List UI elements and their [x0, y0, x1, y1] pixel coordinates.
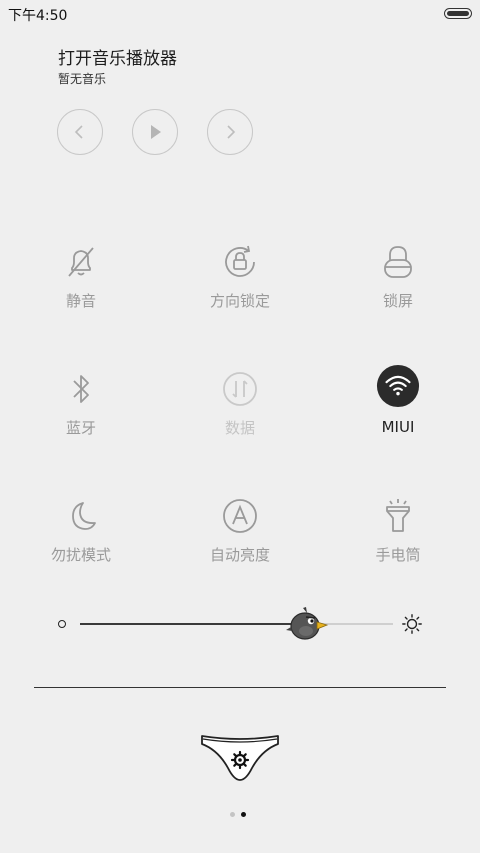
next-track-button[interactable] — [207, 109, 253, 155]
brightness-slider[interactable] — [80, 623, 393, 625]
play-icon — [151, 125, 161, 139]
brightness-slider-thumb[interactable] — [284, 604, 330, 644]
rotation-lock-icon — [218, 240, 262, 284]
auto-a-icon — [218, 494, 262, 538]
bird-thumb-icon — [286, 607, 329, 640]
wifi-icon — [376, 364, 420, 408]
settings-button[interactable] — [200, 730, 280, 786]
bluetooth-icon — [59, 367, 103, 411]
toggle-auto-brightness-label: 自动亮度 — [209, 546, 270, 564]
brightness-min-icon — [58, 620, 66, 628]
toggle-bluetooth-label: 蓝牙 — [65, 419, 96, 437]
status-time: 下午4:50 — [8, 8, 68, 24]
data-arrows-icon — [218, 367, 262, 411]
toggle-screen-lock-label: 锁屏 — [382, 292, 413, 310]
page-indicator — [230, 812, 250, 820]
chevron-left-icon — [74, 125, 83, 139]
toggle-dnd[interactable]: 勿扰模式 — [21, 494, 141, 574]
battery-icon — [444, 8, 472, 19]
toggle-screen-lock[interactable]: 锁屏 — [338, 240, 458, 320]
moon-icon — [59, 494, 103, 538]
brightness-max-icon — [402, 614, 422, 634]
page-dot — [230, 812, 235, 817]
toggle-mute[interactable]: 静音 — [21, 240, 141, 320]
chevron-right-icon — [227, 125, 236, 139]
music-player-subtitle: 暂无音乐 — [58, 72, 107, 86]
gear-icon — [201, 735, 279, 781]
toggle-bluetooth[interactable]: 蓝牙 — [21, 367, 141, 447]
play-button[interactable] — [132, 109, 178, 155]
flashlight-icon — [376, 494, 420, 538]
brightness-slider-fill — [80, 623, 315, 625]
toggle-mute-label: 静音 — [65, 292, 96, 310]
previous-track-button[interactable] — [57, 109, 103, 155]
toggle-wifi-label: MIUI — [381, 418, 415, 436]
toggle-rotation-lock-label: 方向锁定 — [209, 292, 270, 310]
page-dot — [241, 812, 246, 817]
toggle-flashlight[interactable]: 手电筒 — [338, 494, 458, 574]
toggle-flashlight-label: 手电筒 — [375, 546, 421, 564]
bell-off-icon — [59, 240, 103, 284]
music-player-title[interactable]: 打开音乐播放器 — [58, 44, 177, 69]
toggle-rotation-lock[interactable]: 方向锁定 — [180, 240, 300, 320]
lock-icon — [376, 240, 420, 284]
status-bar: 下午4:50 — [0, 0, 480, 28]
divider — [34, 687, 446, 688]
toggle-data-label: 数据 — [224, 419, 255, 437]
toggle-auto-brightness[interactable]: 自动亮度 — [180, 494, 300, 574]
toggle-data[interactable]: 数据 — [180, 367, 300, 447]
toggle-dnd-label: 勿扰模式 — [50, 546, 111, 564]
toggle-wifi[interactable]: MIUI — [338, 364, 458, 444]
